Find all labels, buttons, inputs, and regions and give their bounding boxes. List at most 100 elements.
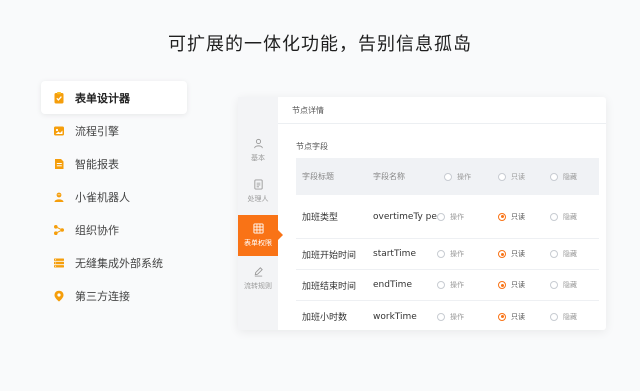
feature-label: 无缝集成外部系统 xyxy=(75,256,163,270)
tab-handler[interactable]: 处理人 xyxy=(238,171,278,212)
tab-label: 基本 xyxy=(251,154,265,162)
feature-integration[interactable]: 无缝集成外部系统 xyxy=(41,246,187,279)
header-operate[interactable]: 操作 xyxy=(444,172,498,182)
option-label: 操作 xyxy=(450,212,464,221)
option-label: 隐藏 xyxy=(563,281,577,289)
hidden-radio[interactable] xyxy=(550,250,558,258)
header-readonly-label: 只读 xyxy=(511,172,525,181)
pen-icon xyxy=(254,267,263,277)
feature-label: 组织协作 xyxy=(75,223,119,237)
option-readonly[interactable]: 只读 xyxy=(498,249,550,259)
divider xyxy=(278,123,606,124)
document-icon xyxy=(253,179,263,190)
feature-label: 智能报表 xyxy=(75,157,119,171)
readonly-radio[interactable] xyxy=(498,212,506,221)
option-label: 操作 xyxy=(450,281,464,289)
hidden-all-radio[interactable] xyxy=(550,172,558,181)
operate-radio[interactable] xyxy=(437,281,445,289)
vertical-tabs: 基本 处理人 表单权限 流转规则 xyxy=(238,97,283,330)
header-field-title: 字段标题 xyxy=(302,172,334,181)
option-label: 操作 xyxy=(450,312,464,321)
cell-field-title: 加班小时数 xyxy=(302,313,348,323)
tab-flow-rule[interactable]: 流转规则 xyxy=(238,258,278,299)
option-label: 只读 xyxy=(511,281,525,289)
option-hidden[interactable]: 隐藏 xyxy=(550,249,599,259)
form-designer-icon xyxy=(53,91,65,104)
option-operate[interactable]: 操作 xyxy=(437,212,498,222)
grid-icon xyxy=(252,223,264,234)
readonly-radio[interactable] xyxy=(498,312,506,321)
cell-field-title: 加班结束时间 xyxy=(302,281,357,292)
table-header: 字段标题 字段名称 操作 只读 隐藏 xyxy=(296,158,599,195)
table-row: 加班开始时间 startTime 操作 只读 隐藏 xyxy=(296,239,599,270)
option-label: 操作 xyxy=(450,250,464,258)
readonly-radio[interactable] xyxy=(498,250,506,258)
option-hidden[interactable]: 隐藏 xyxy=(550,312,599,322)
table-row: 加班类型 overtimeTy pe 操作 只读 隐藏 xyxy=(296,195,599,239)
table-row: 加班小时数 workTime 操作 只读 隐藏 xyxy=(296,301,599,332)
hidden-radio[interactable] xyxy=(550,312,558,321)
readonly-radio[interactable] xyxy=(498,281,506,289)
feature-collaboration[interactable]: 组织协作 xyxy=(41,213,187,246)
user-icon xyxy=(253,138,263,149)
cell-field-title: 加班开始时间 xyxy=(302,250,357,261)
tab-form-permission[interactable]: 表单权限 xyxy=(238,215,283,256)
feature-list: 表单设计器 流程引擎 智能报表 小雀机器人 组织协作 无缝集成外部系统 第三方连… xyxy=(41,81,187,312)
option-readonly[interactable]: 只读 xyxy=(498,312,550,322)
tab-label: 流转规则 xyxy=(244,282,272,290)
process-engine-icon xyxy=(53,125,65,137)
readonly-all-radio[interactable] xyxy=(498,172,506,181)
cell-field-name: workTime xyxy=(373,311,417,322)
operate-radio[interactable] xyxy=(437,250,445,258)
table-row: 加班结束时间 endTime 操作 只读 隐藏 xyxy=(296,270,599,301)
header-field-name: 字段名称 xyxy=(373,172,405,181)
option-label: 只读 xyxy=(511,212,525,221)
report-icon xyxy=(53,158,65,170)
section-title: 节点字段 xyxy=(296,142,328,151)
feature-third-party[interactable]: 第三方连接 xyxy=(41,279,187,312)
feature-label: 表单设计器 xyxy=(75,91,130,105)
tab-label: 处理人 xyxy=(247,195,269,203)
option-label: 隐藏 xyxy=(563,312,577,321)
hidden-radio[interactable] xyxy=(550,281,558,289)
option-label: 隐藏 xyxy=(563,212,577,221)
hidden-radio[interactable] xyxy=(550,212,558,221)
header-readonly[interactable]: 只读 xyxy=(498,172,550,182)
header-operate-label: 操作 xyxy=(457,172,471,181)
node-detail-panel: 基本 处理人 表单权限 流转规则 节点详情 节点字段 字段标题 字段名称 操作 … xyxy=(238,97,606,330)
option-label: 隐藏 xyxy=(563,250,577,258)
header-hidden-label: 隐藏 xyxy=(563,172,577,181)
tab-basic[interactable]: 基本 xyxy=(238,130,278,171)
option-operate[interactable]: 操作 xyxy=(437,312,498,322)
feature-process-engine[interactable]: 流程引擎 xyxy=(41,114,187,147)
cell-field-name: endTime xyxy=(373,280,412,290)
cell-field-name: startTime xyxy=(373,249,416,259)
operate-radio[interactable] xyxy=(437,312,445,321)
option-hidden[interactable]: 隐藏 xyxy=(550,280,599,290)
feature-form-designer[interactable]: 表单设计器 xyxy=(41,81,187,114)
collaboration-icon xyxy=(53,224,65,236)
option-readonly[interactable]: 只读 xyxy=(498,212,550,222)
field-permission-table: 字段标题 字段名称 操作 只读 隐藏 加班类型 overtimeTy pe 操作… xyxy=(296,158,599,332)
cell-field-title: 加班类型 xyxy=(302,213,339,223)
option-hidden[interactable]: 隐藏 xyxy=(550,212,599,222)
feature-label: 流程引擎 xyxy=(75,124,119,138)
option-operate[interactable]: 操作 xyxy=(437,249,498,259)
option-label: 只读 xyxy=(511,312,525,321)
third-party-icon xyxy=(53,290,65,302)
feature-label: 小雀机器人 xyxy=(75,190,130,204)
feature-robot[interactable]: 小雀机器人 xyxy=(41,180,187,213)
integration-icon xyxy=(53,257,65,269)
robot-icon xyxy=(53,191,65,203)
operate-all-radio[interactable] xyxy=(444,172,452,181)
feature-smart-report[interactable]: 智能报表 xyxy=(41,147,187,180)
option-readonly[interactable]: 只读 xyxy=(498,280,550,290)
header-hidden[interactable]: 隐藏 xyxy=(550,172,599,182)
feature-label: 第三方连接 xyxy=(75,289,130,303)
operate-radio[interactable] xyxy=(437,212,445,221)
page-headline: 可扩展的一体化功能，告别信息孤岛 xyxy=(168,34,472,55)
panel-title: 节点详情 xyxy=(292,106,324,115)
option-operate[interactable]: 操作 xyxy=(437,280,498,290)
tab-label: 表单权限 xyxy=(244,239,272,247)
option-label: 只读 xyxy=(511,250,525,258)
